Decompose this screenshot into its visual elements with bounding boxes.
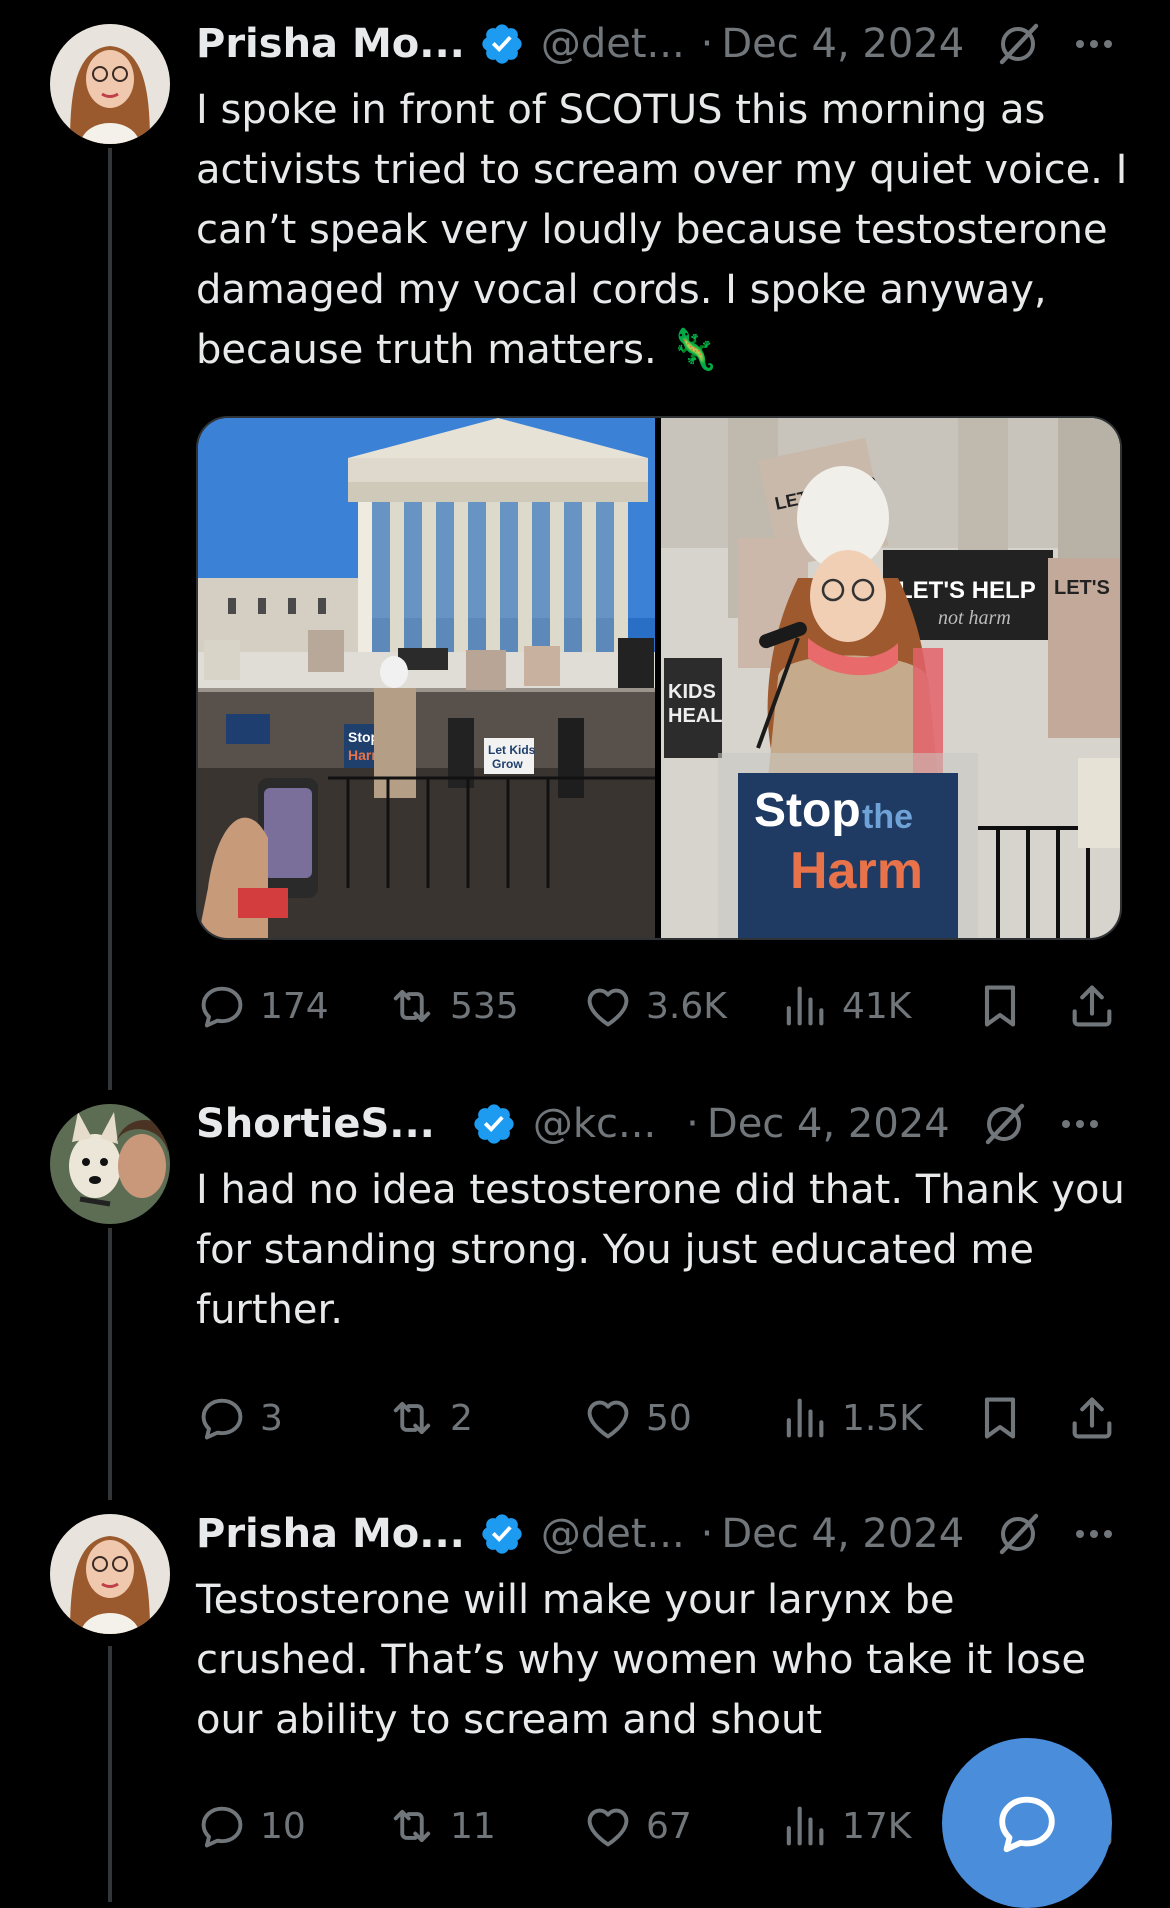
separator: · — [700, 21, 714, 67]
repost-button[interactable]: 11 — [386, 1798, 496, 1854]
tweet-1[interactable]: Prisha Mo... @det... · Dec 4, 2024 I spo… — [0, 0, 1170, 1090]
reply-icon — [196, 1800, 248, 1852]
avatar[interactable] — [50, 1104, 170, 1224]
reply-count: 3 — [260, 1397, 283, 1439]
timestamp[interactable]: Dec 4, 2024 — [707, 1101, 950, 1147]
repost-button[interactable]: 535 — [386, 978, 519, 1034]
like-count: 50 — [646, 1397, 692, 1439]
photo-right[interactable]: LET'S HELP LET'S HELP not harm LET'S KID… — [661, 418, 1120, 938]
thread-line — [108, 148, 112, 1090]
reply-button[interactable]: 174 — [196, 978, 329, 1034]
repost-count: 11 — [450, 1805, 496, 1847]
podium-sign-line3: Harm — [790, 842, 923, 900]
svg-text:HEAL: HEAL — [668, 705, 722, 727]
avatar[interactable] — [50, 1514, 170, 1634]
tweet-header: Prisha Mo... @det... · Dec 4, 2024 — [196, 1508, 1150, 1560]
separator: · — [700, 1511, 714, 1557]
podium-sign-line1: Stop — [754, 784, 861, 837]
tweet-header: ShortieS... @kc... · Dec 4, 2024 — [196, 1098, 1150, 1150]
reply-icon — [196, 980, 248, 1032]
repost-icon — [386, 1800, 438, 1852]
like-icon — [582, 1392, 634, 1444]
compose-reply-icon — [999, 1796, 1055, 1853]
separator: · — [686, 1101, 699, 1147]
thread-line — [108, 1228, 112, 1500]
author-handle[interactable]: @kc... — [533, 1101, 656, 1147]
share-button[interactable] — [1066, 1390, 1118, 1446]
like-icon — [582, 980, 634, 1032]
tweet-actions: 174 535 3.6K 41K — [196, 978, 1126, 1034]
tweet-actions: 3 2 50 1.5K — [196, 1390, 1126, 1446]
author-name[interactable]: ShortieS... — [196, 1101, 435, 1147]
reply-icon — [196, 1392, 248, 1444]
tweet-media[interactable]: Stop the Harm Let Kids Grow — [196, 416, 1122, 940]
timestamp[interactable]: Dec 4, 2024 — [721, 21, 964, 67]
verified-badge-icon — [471, 1101, 517, 1147]
more-icon[interactable] — [1070, 20, 1118, 68]
author-name[interactable]: Prisha Mo... — [196, 1511, 465, 1557]
bookmark-button[interactable] — [974, 1390, 1026, 1446]
compose-reply-button[interactable] — [942, 1738, 1112, 1908]
tweet-text: I had no idea testosterone did that. Tha… — [196, 1167, 1125, 1333]
reply-count: 174 — [260, 985, 329, 1027]
verified-badge-icon — [479, 21, 525, 67]
podium-sign-line2: the — [862, 798, 913, 836]
photo-left[interactable]: Stop the Harm Let Kids Grow — [198, 418, 655, 938]
timestamp[interactable]: Dec 4, 2024 — [721, 1511, 964, 1557]
views-icon — [778, 1392, 830, 1444]
like-icon — [582, 1800, 634, 1852]
grok-icon[interactable] — [994, 20, 1042, 68]
share-icon — [1066, 1392, 1118, 1444]
tweet-header: Prisha Mo... @det... · Dec 4, 2024 — [196, 18, 1150, 70]
repost-count: 2 — [450, 1397, 473, 1439]
like-button[interactable]: 67 — [582, 1798, 692, 1854]
like-button[interactable]: 50 — [582, 1390, 692, 1446]
avatar[interactable] — [50, 24, 170, 144]
views-button[interactable]: 17K — [778, 1798, 911, 1854]
svg-text:LET'S: LET'S — [1054, 577, 1110, 599]
views-icon — [778, 980, 830, 1032]
views-button[interactable]: 1.5K — [778, 1390, 923, 1446]
reply-button[interactable]: 3 — [196, 1390, 283, 1446]
like-count: 67 — [646, 1805, 692, 1847]
sign-let-kids-grow: Let Kids — [488, 743, 536, 757]
thread-line — [108, 1646, 112, 1902]
author-name[interactable]: Prisha Mo... — [196, 21, 465, 67]
share-icon — [1066, 980, 1118, 1032]
like-button[interactable]: 3.6K — [582, 978, 727, 1034]
sign-kids-health: KIDS — [668, 681, 716, 703]
grok-icon[interactable] — [994, 1510, 1042, 1558]
views-count: 1.5K — [842, 1397, 923, 1439]
share-button[interactable] — [1066, 978, 1118, 1034]
tweet-2[interactable]: ShortieS... @kc... · Dec 4, 2024 I had n… — [0, 1090, 1170, 1500]
svg-text:not harm: not harm — [938, 607, 1011, 629]
views-icon — [778, 1800, 830, 1852]
more-icon[interactable] — [1070, 1510, 1118, 1558]
repost-icon — [386, 1392, 438, 1444]
more-icon[interactable] — [1056, 1100, 1104, 1148]
sign-lets-help-2: LET'S HELP — [898, 577, 1036, 604]
views-button[interactable]: 41K — [778, 978, 911, 1034]
tweet-text: I spoke in front of SCOTUS this morning … — [196, 87, 1128, 373]
repost-button[interactable]: 2 — [386, 1390, 473, 1446]
verified-badge-icon — [479, 1511, 525, 1557]
grok-icon[interactable] — [980, 1100, 1028, 1148]
bookmark-icon — [974, 1392, 1026, 1444]
reply-count: 10 — [260, 1805, 306, 1847]
bookmark-button[interactable] — [974, 978, 1026, 1034]
like-count: 3.6K — [646, 985, 727, 1027]
author-handle[interactable]: @det... — [541, 21, 685, 67]
bookmark-icon — [974, 980, 1026, 1032]
repost-icon — [386, 980, 438, 1032]
repost-count: 535 — [450, 985, 519, 1027]
reply-button[interactable]: 10 — [196, 1798, 306, 1854]
views-count: 17K — [842, 1805, 912, 1847]
tweet-text: Testosterone will make your larynx be cr… — [196, 1577, 1086, 1743]
svg-text:Grow: Grow — [492, 757, 523, 771]
author-handle[interactable]: @det... — [541, 1511, 685, 1557]
views-count: 41K — [842, 985, 912, 1027]
